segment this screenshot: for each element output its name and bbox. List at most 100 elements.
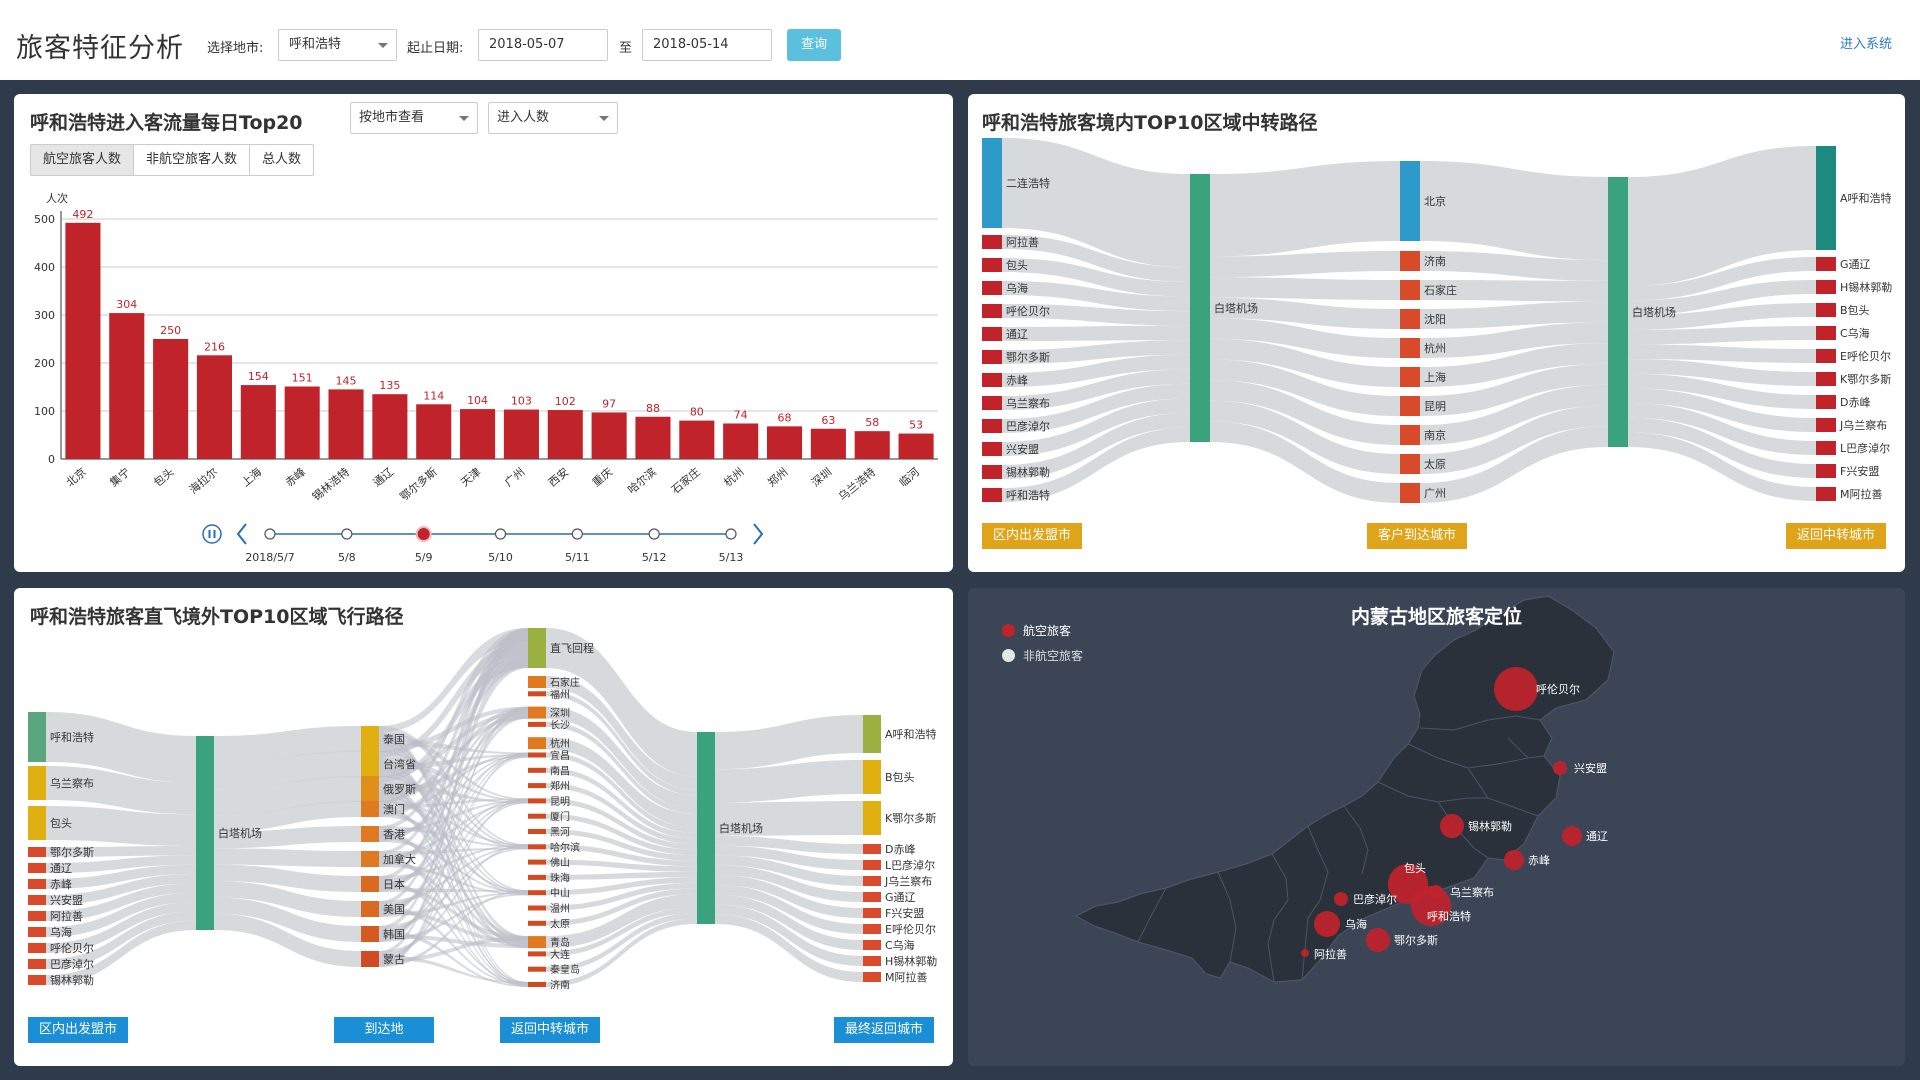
- query-button[interactable]: 查询: [787, 29, 841, 61]
- sankey-node[interactable]: [1816, 326, 1836, 340]
- sankey-node[interactable]: [982, 258, 1002, 272]
- sankey-node[interactable]: [528, 813, 546, 819]
- sankey-node[interactable]: [982, 327, 1002, 341]
- sankey-node[interactable]: [1400, 161, 1420, 241]
- sankey-node[interactable]: [1400, 454, 1420, 474]
- city-marker[interactable]: [1366, 928, 1390, 952]
- sankey-node[interactable]: [1816, 349, 1836, 363]
- sankey-node[interactable]: [528, 905, 546, 911]
- sankey-node[interactable]: [528, 936, 546, 949]
- sankey-node[interactable]: [863, 801, 881, 835]
- sankey-node[interactable]: [361, 901, 379, 917]
- end-date-input[interactable]: 2018-05-14: [642, 29, 772, 61]
- bar[interactable]: [723, 423, 759, 459]
- sankey-node[interactable]: [361, 776, 379, 802]
- sankey-node[interactable]: [528, 951, 546, 957]
- sankey-node[interactable]: [28, 879, 46, 889]
- sankey-node[interactable]: [982, 138, 1002, 228]
- sankey-node[interactable]: [1400, 338, 1420, 358]
- bar[interactable]: [109, 313, 145, 459]
- bar[interactable]: [372, 394, 408, 459]
- sankey-node[interactable]: [1816, 303, 1836, 317]
- sankey-node[interactable]: [28, 806, 46, 840]
- city-select[interactable]: 呼和浩特: [278, 29, 397, 61]
- sankey-node[interactable]: [1816, 395, 1836, 409]
- sankey-node[interactable]: [361, 951, 379, 967]
- sankey-node[interactable]: [28, 895, 46, 905]
- sankey-node[interactable]: [863, 844, 881, 854]
- sankey-node[interactable]: [361, 751, 379, 777]
- sankey-node[interactable]: [982, 442, 1002, 456]
- sankey-node[interactable]: [28, 943, 46, 953]
- sankey-node[interactable]: [361, 926, 379, 942]
- sankey-node[interactable]: [1816, 257, 1836, 271]
- sankey-node[interactable]: [863, 715, 881, 753]
- city-marker[interactable]: [1494, 667, 1538, 711]
- bar[interactable]: [547, 410, 583, 459]
- bar[interactable]: [240, 385, 276, 459]
- sankey-node[interactable]: [28, 975, 46, 985]
- sankey-node[interactable]: [28, 927, 46, 937]
- bar[interactable]: [591, 412, 627, 459]
- enter-system-link[interactable]: 进入系统: [1840, 33, 1892, 52]
- sankey-node[interactable]: [528, 737, 546, 750]
- sankey-node[interactable]: [361, 801, 379, 817]
- sankey-node[interactable]: [1190, 174, 1210, 442]
- sankey-node[interactable]: [528, 966, 546, 972]
- sankey-node[interactable]: [528, 752, 546, 758]
- sankey-node[interactable]: [528, 874, 546, 880]
- sankey-node[interactable]: [528, 767, 546, 773]
- legend-air[interactable]: 航空旅客: [1002, 622, 1083, 639]
- sankey-node[interactable]: [697, 732, 715, 924]
- sankey-node[interactable]: [361, 726, 379, 752]
- bar[interactable]: [898, 433, 934, 459]
- sankey-node[interactable]: [982, 304, 1002, 318]
- sankey-node[interactable]: [863, 956, 881, 966]
- sankey-node[interactable]: [863, 940, 881, 950]
- bar[interactable]: [416, 404, 452, 459]
- sankey-node[interactable]: [982, 488, 1002, 502]
- sankey-node[interactable]: [863, 908, 881, 918]
- sankey-node[interactable]: [982, 350, 1002, 364]
- bar[interactable]: [65, 222, 101, 459]
- sankey-node[interactable]: [196, 736, 214, 930]
- sankey-node[interactable]: [1400, 251, 1420, 271]
- sankey-node[interactable]: [982, 396, 1002, 410]
- sankey-node[interactable]: [863, 760, 881, 794]
- sankey-node[interactable]: [28, 863, 46, 873]
- sankey-node[interactable]: [528, 920, 546, 926]
- sankey-node[interactable]: [528, 721, 546, 727]
- sankey-node[interactable]: [1400, 280, 1420, 300]
- sankey-node[interactable]: [1400, 367, 1420, 387]
- sankey-node[interactable]: [528, 691, 546, 697]
- sankey-node[interactable]: [1400, 483, 1420, 503]
- sankey-node[interactable]: [1400, 309, 1420, 329]
- sankey-node[interactable]: [28, 911, 46, 921]
- sankey-node[interactable]: [1400, 425, 1420, 445]
- sankey-node[interactable]: [528, 676, 546, 688]
- bar[interactable]: [196, 355, 233, 459]
- sankey-node[interactable]: [528, 628, 546, 668]
- bar[interactable]: [635, 416, 671, 459]
- start-date-input[interactable]: 2018-05-07: [478, 29, 608, 61]
- sankey-node[interactable]: [863, 876, 881, 886]
- sankey-node[interactable]: [528, 706, 546, 719]
- sankey-node[interactable]: [1816, 146, 1836, 250]
- bar[interactable]: [766, 426, 803, 459]
- sankey-node[interactable]: [1816, 441, 1836, 455]
- sankey-node[interactable]: [361, 826, 379, 842]
- city-marker[interactable]: [1440, 814, 1464, 838]
- sankey-node[interactable]: [1608, 177, 1628, 447]
- sankey-node[interactable]: [982, 465, 1002, 479]
- city-marker[interactable]: [1314, 911, 1340, 937]
- sankey-node[interactable]: [528, 859, 546, 865]
- sankey-node[interactable]: [1816, 464, 1836, 478]
- sankey-node[interactable]: [528, 982, 546, 987]
- bar[interactable]: [854, 431, 890, 459]
- sankey-node[interactable]: [982, 281, 1002, 295]
- city-marker[interactable]: [1334, 892, 1348, 906]
- sankey-node[interactable]: [528, 783, 546, 789]
- sankey-node[interactable]: [1816, 372, 1836, 386]
- sankey-node[interactable]: [528, 890, 546, 896]
- sankey-node[interactable]: [361, 876, 379, 892]
